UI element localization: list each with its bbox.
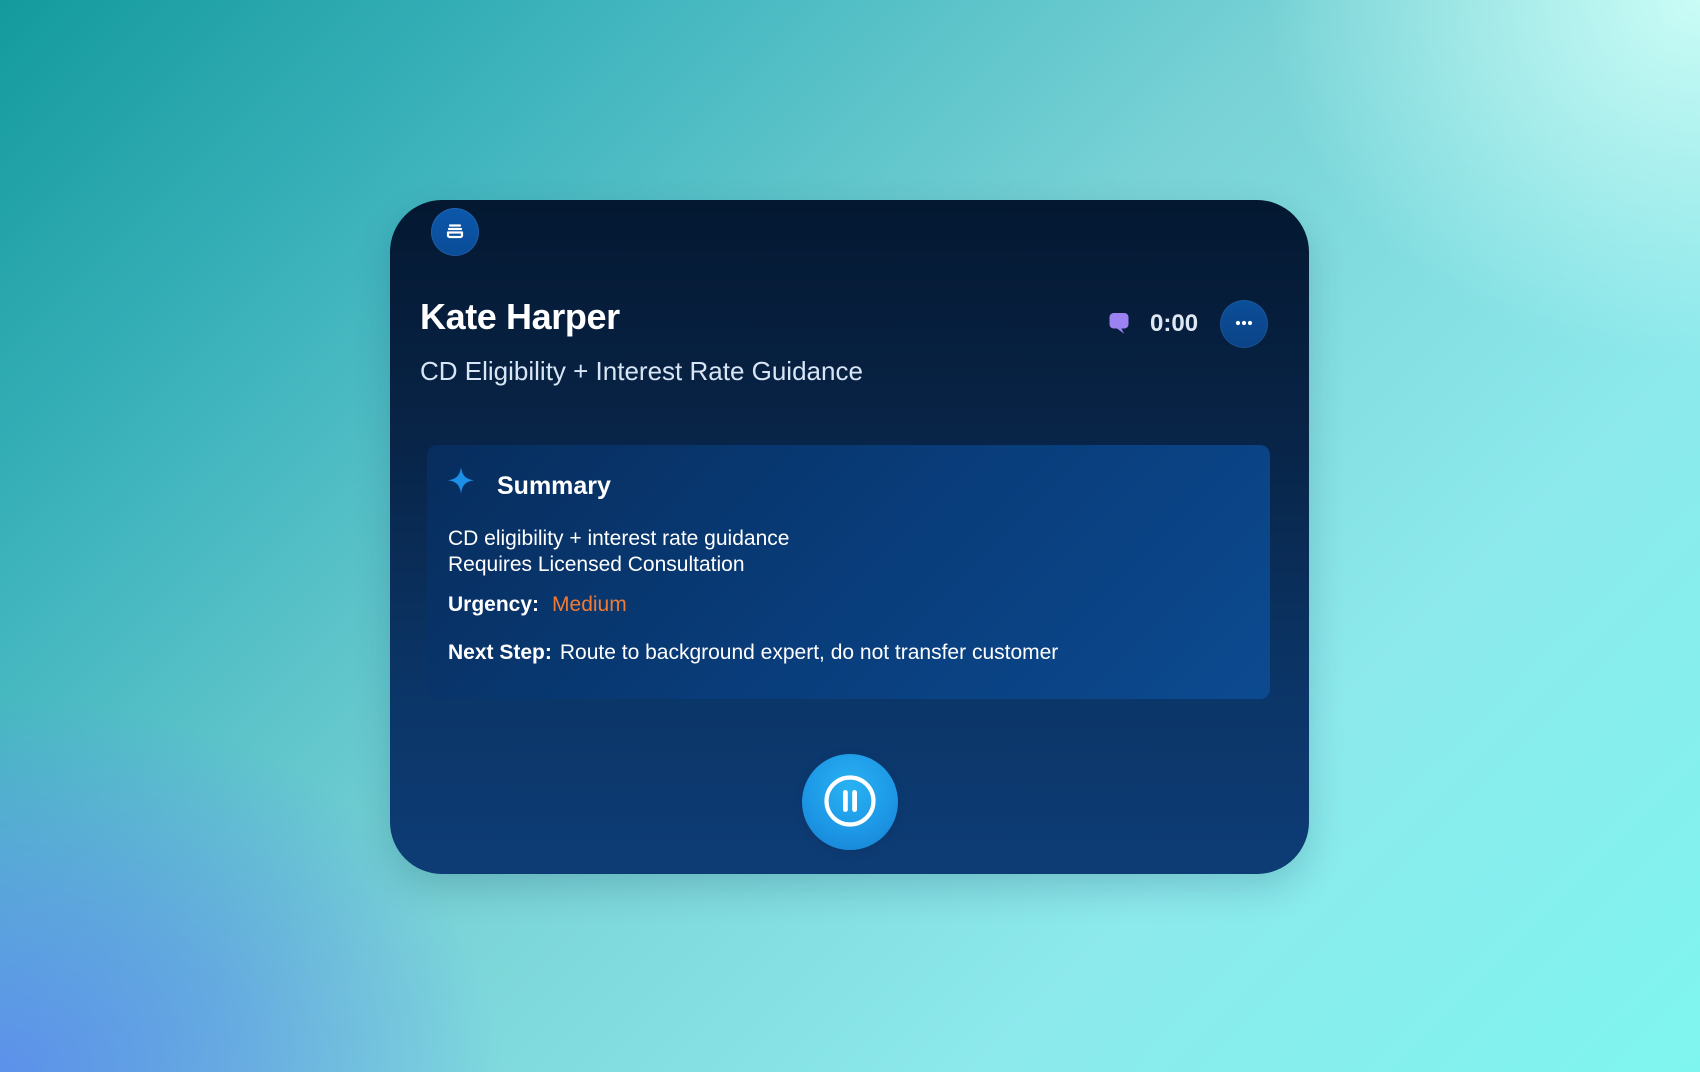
call-timer: 0:00 (1150, 310, 1199, 337)
call-card: Kate Harper CD Eligibility + Interest Ra… (390, 200, 1309, 874)
pause-icon (821, 772, 879, 833)
stack-icon (443, 219, 467, 246)
next-step-label: Next Step: (448, 641, 552, 664)
more-icon (1232, 311, 1256, 338)
call-status-area: 0:00 (1104, 300, 1268, 348)
summary-line-2: Requires Licensed Consultation (448, 553, 745, 576)
sparkle-icon (443, 465, 479, 506)
summary-panel: Summary CD eligibility + interest rate g… (427, 445, 1270, 699)
next-step-row: Next Step: Route to background expert, d… (448, 640, 1250, 666)
urgency-label: Urgency: (448, 593, 540, 616)
urgency-value: Medium (552, 593, 627, 616)
urgency-row: Urgency: Medium (448, 592, 1250, 618)
app-menu-button[interactable] (431, 208, 479, 256)
summary-title: Summary (497, 471, 611, 500)
call-header: Kate Harper CD Eligibility + Interest Ra… (420, 296, 1268, 416)
more-options-button[interactable] (1220, 300, 1268, 348)
pause-button[interactable] (802, 754, 898, 850)
call-topic: CD Eligibility + Interest Rate Guidance (420, 356, 863, 386)
summary-header: Summary (443, 465, 611, 506)
next-step-value: Route to background expert, do not trans… (559, 641, 1059, 664)
summary-line-1: CD eligibility + interest rate guidance (448, 527, 790, 550)
caller-name: Kate Harper (420, 296, 620, 337)
summary-body: CD eligibility + interest rate guidance … (448, 526, 1250, 666)
chat-bubble-icon (1104, 309, 1134, 339)
